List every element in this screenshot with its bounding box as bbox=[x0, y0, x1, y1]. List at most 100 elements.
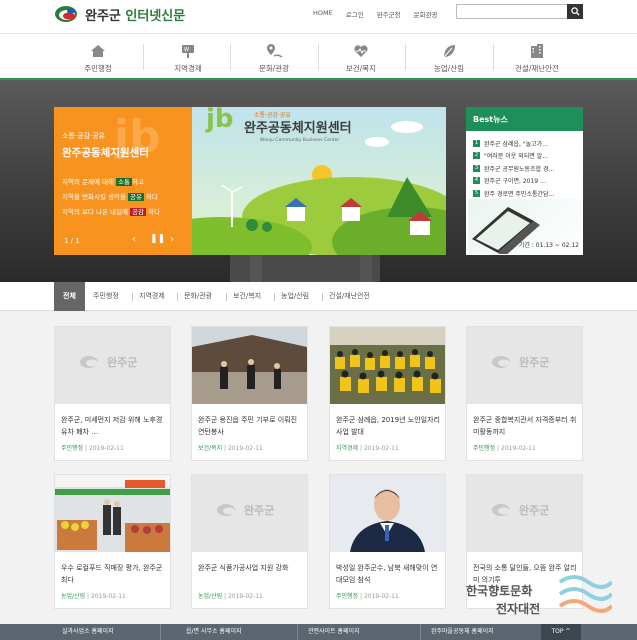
rank-badge: 4 bbox=[473, 177, 480, 185]
banner-highlight: 소통 bbox=[116, 178, 133, 186]
tab-agri-forestry[interactable]: 농업/산림 bbox=[281, 282, 309, 311]
main-nav: 주민행정 W 지역경제 문화/관광 보건/복지 농업/산림 건설/재난안전 bbox=[0, 33, 637, 80]
sign-icon: W bbox=[182, 45, 194, 58]
card-title: 완주군 용진읍 주민 기부로 이뤄진 연탄봉사 bbox=[198, 416, 298, 436]
news-card[interactable]: 완주군 삼례읍, 2019년 노인일자리사업 발대 지역경제 | 2019-02… bbox=[329, 326, 446, 461]
nav-item-agri-forestry[interactable]: 농업/산림 bbox=[404, 42, 494, 74]
rank-badge: 5 bbox=[473, 189, 480, 197]
best-news-heading: Best뉴스 bbox=[466, 107, 583, 131]
placeholder-logo: 완주군 bbox=[216, 502, 274, 518]
hero-section: jb 소통·공감·공유 완주공동체지원센터 지역의 문제에 대해 소통 하고 지역… bbox=[0, 80, 637, 282]
nav-label: 건설/재난안전 bbox=[515, 64, 559, 73]
card-meta: 주민행정 | 2019-02-11 bbox=[61, 445, 124, 452]
news-card[interactable]: 박성일 완주군수, 남북 새해맞이 연대모임 참석 주민행정 | 2019-02… bbox=[329, 474, 446, 609]
main-banner[interactable]: jb 소통·공감·공유 완주공동체지원센터 지역의 문제에 대해 소통 하고 지역… bbox=[54, 107, 446, 255]
best-news-item[interactable]: 3 완주군 공무원노동조합 경… bbox=[473, 162, 576, 175]
pause-icon[interactable]: ❚❚ bbox=[150, 234, 165, 244]
tab-construction-safety[interactable]: 건설/재난안전 bbox=[329, 282, 370, 311]
tab-culture-tourism[interactable]: 문화/관광 bbox=[184, 282, 212, 311]
card-title: 완주군, 미세먼지 저감 위해 노후경유차 폐차 … bbox=[61, 416, 163, 436]
nav-item-construction-safety[interactable]: 건설/재난안전 bbox=[492, 42, 582, 74]
nav-item-resident-admin[interactable]: 주민행정 bbox=[53, 42, 143, 74]
card-thumbnail: 완주군 bbox=[192, 475, 307, 552]
best-news-item[interactable]: 1 완주군 삼례읍, "놀고가… bbox=[473, 137, 576, 150]
prev-arrow-icon[interactable]: ‹ bbox=[132, 234, 136, 245]
nav-label: 농업/산림 bbox=[433, 64, 465, 73]
next-arrow-icon[interactable]: › bbox=[170, 234, 174, 245]
encyclopedia-watermark: 한국향토문화 전자대전 bbox=[466, 572, 616, 622]
best-news-item[interactable]: 4 완주군 구이면, 2019 … bbox=[473, 175, 576, 188]
wanju-logo-icon bbox=[492, 504, 510, 516]
nav-label: 주민행정 bbox=[84, 64, 112, 73]
tab-resident-admin[interactable]: 주민행정 bbox=[93, 282, 119, 311]
tab-all[interactable]: 전체 bbox=[54, 282, 85, 311]
news-card[interactable]: 완주군 완주군 중합복지관서 자격증부터 취미활동까지 주민행정 | 2019-… bbox=[466, 326, 583, 461]
culture-tour-link[interactable]: 문화관광 bbox=[414, 9, 438, 19]
news-card[interactable]: 완주군 용진읍 주민 기부로 이뤄진 연탄봉사 보건/복지 | 2019-02-… bbox=[191, 326, 308, 461]
footer-link-village-community[interactable]: 완주마을공동체 홈페이지 bbox=[431, 624, 494, 640]
footer-link-town-offices[interactable]: 읍/면 사무소 홈페이지 bbox=[186, 624, 242, 640]
banner-text: 지역을 변화시킬 생각을 bbox=[62, 193, 128, 201]
login-link[interactable]: 로그인 bbox=[346, 9, 364, 19]
nav-label: 지역경제 bbox=[174, 64, 202, 73]
logo-mark-icon bbox=[54, 4, 82, 24]
nav-item-local-economy[interactable]: W 지역경제 bbox=[143, 42, 233, 74]
card-date: 2019-02-11 bbox=[363, 593, 399, 600]
news-card[interactable]: 우수 로컬푸드 직매장 평가, 완주군 최다 농업/산림 | 2019-02-1… bbox=[54, 474, 171, 609]
tab-divider bbox=[322, 293, 323, 301]
back-to-top-button[interactable]: TOP ^ bbox=[541, 624, 581, 640]
tab-local-economy[interactable]: 지역경제 bbox=[139, 282, 165, 311]
photo-crowd-image bbox=[330, 327, 445, 404]
card-thumbnail bbox=[55, 475, 170, 552]
best-news-item[interactable]: 2 "여러분 이웃 외되면 알… bbox=[473, 150, 576, 163]
watermark-line-2: 전자대전 bbox=[496, 602, 541, 616]
photo-street-image bbox=[192, 327, 307, 404]
card-date: 2019-02-11 bbox=[90, 593, 126, 600]
banner-illustration: jb 소통·공감·공유 완주공동체지원센터 Wanju Community Bu… bbox=[132, 107, 446, 255]
rank-badge: 3 bbox=[473, 164, 480, 172]
site-logo[interactable]: 완주군 인터넷신문 bbox=[54, 4, 185, 24]
card-meta: 주민행정 | 2019-02-11 bbox=[473, 445, 536, 452]
best-news-item[interactable]: 5 완주 경로면 주민소통간담… bbox=[473, 187, 576, 200]
banner-line-2: 지역을 변화시킬 생각을 공유 하다 bbox=[62, 191, 184, 201]
rank-badge: 2 bbox=[473, 152, 480, 160]
county-office-link[interactable]: 완주군청 bbox=[377, 9, 401, 19]
nav-item-culture-tourism[interactable]: 문화/관광 bbox=[229, 42, 319, 74]
footer-link-related-sites[interactable]: 관련사이트 홈페이지 bbox=[308, 624, 360, 640]
card-title: 완주군 중합복지관서 자격증부터 취미활동까지 bbox=[473, 416, 577, 436]
card-date: 2019-02-11 bbox=[500, 445, 536, 452]
news-card[interactable]: 완주군 완주군 식품가공사업 지원 강화 농업/산림 | 2019-02-11 bbox=[191, 474, 308, 609]
card-meta: 보건/복지 | 2019-02-11 bbox=[198, 445, 263, 452]
building-icon bbox=[531, 44, 543, 58]
watermark-line-1: 한국향토문화 bbox=[466, 584, 533, 598]
nav-item-health-welfare[interactable]: 보건/복지 bbox=[316, 42, 406, 74]
nav-label: 보건/복지 bbox=[345, 64, 377, 73]
banner-title: 완주공동체지원센터 bbox=[62, 147, 149, 159]
search-button[interactable] bbox=[567, 4, 583, 19]
leaf-icon bbox=[443, 45, 455, 58]
banner-highlight: 공감 bbox=[130, 208, 147, 216]
photo-portrait-image bbox=[330, 475, 445, 552]
card-category: 주민행정 bbox=[61, 445, 84, 452]
banner-text: 지역의 문제에 대해 bbox=[62, 178, 117, 186]
nav-label: 문화/관광 bbox=[258, 64, 290, 73]
svg-text:W: W bbox=[184, 47, 189, 53]
illustration-subtitle: 소통·공감·공유 bbox=[254, 112, 291, 119]
tab-health-welfare[interactable]: 보건/복지 bbox=[233, 282, 261, 311]
footer-divider bbox=[160, 624, 161, 640]
home-link[interactable]: HOME bbox=[313, 9, 333, 19]
footer-link-departments[interactable]: 실과사업소 홈페이지 bbox=[62, 624, 114, 640]
card-meta: 주민행정 | 2019-02-11 bbox=[336, 593, 399, 600]
card-meta: 지역경제 | 2019-02-11 bbox=[336, 445, 399, 452]
best-news-title: "여러분 이웃 외되면 알… bbox=[484, 153, 549, 161]
best-news-title: 완주 경로면 주민소통간담… bbox=[484, 190, 555, 198]
banner-highlight: 공유 bbox=[128, 193, 144, 201]
placeholder-logo-text: 완주군 bbox=[519, 504, 550, 517]
svg-text:jb: jb bbox=[205, 107, 234, 134]
search-input[interactable] bbox=[457, 5, 565, 18]
tab-divider bbox=[132, 293, 133, 301]
news-card[interactable]: 완주군 완주군, 미세먼지 저감 위해 노후경유차 폐차 … 주민행정 | 20… bbox=[54, 326, 171, 461]
site-title-brand: 완주군 bbox=[85, 8, 121, 24]
footer-divider bbox=[297, 624, 298, 640]
card-thumbnail bbox=[330, 475, 445, 552]
